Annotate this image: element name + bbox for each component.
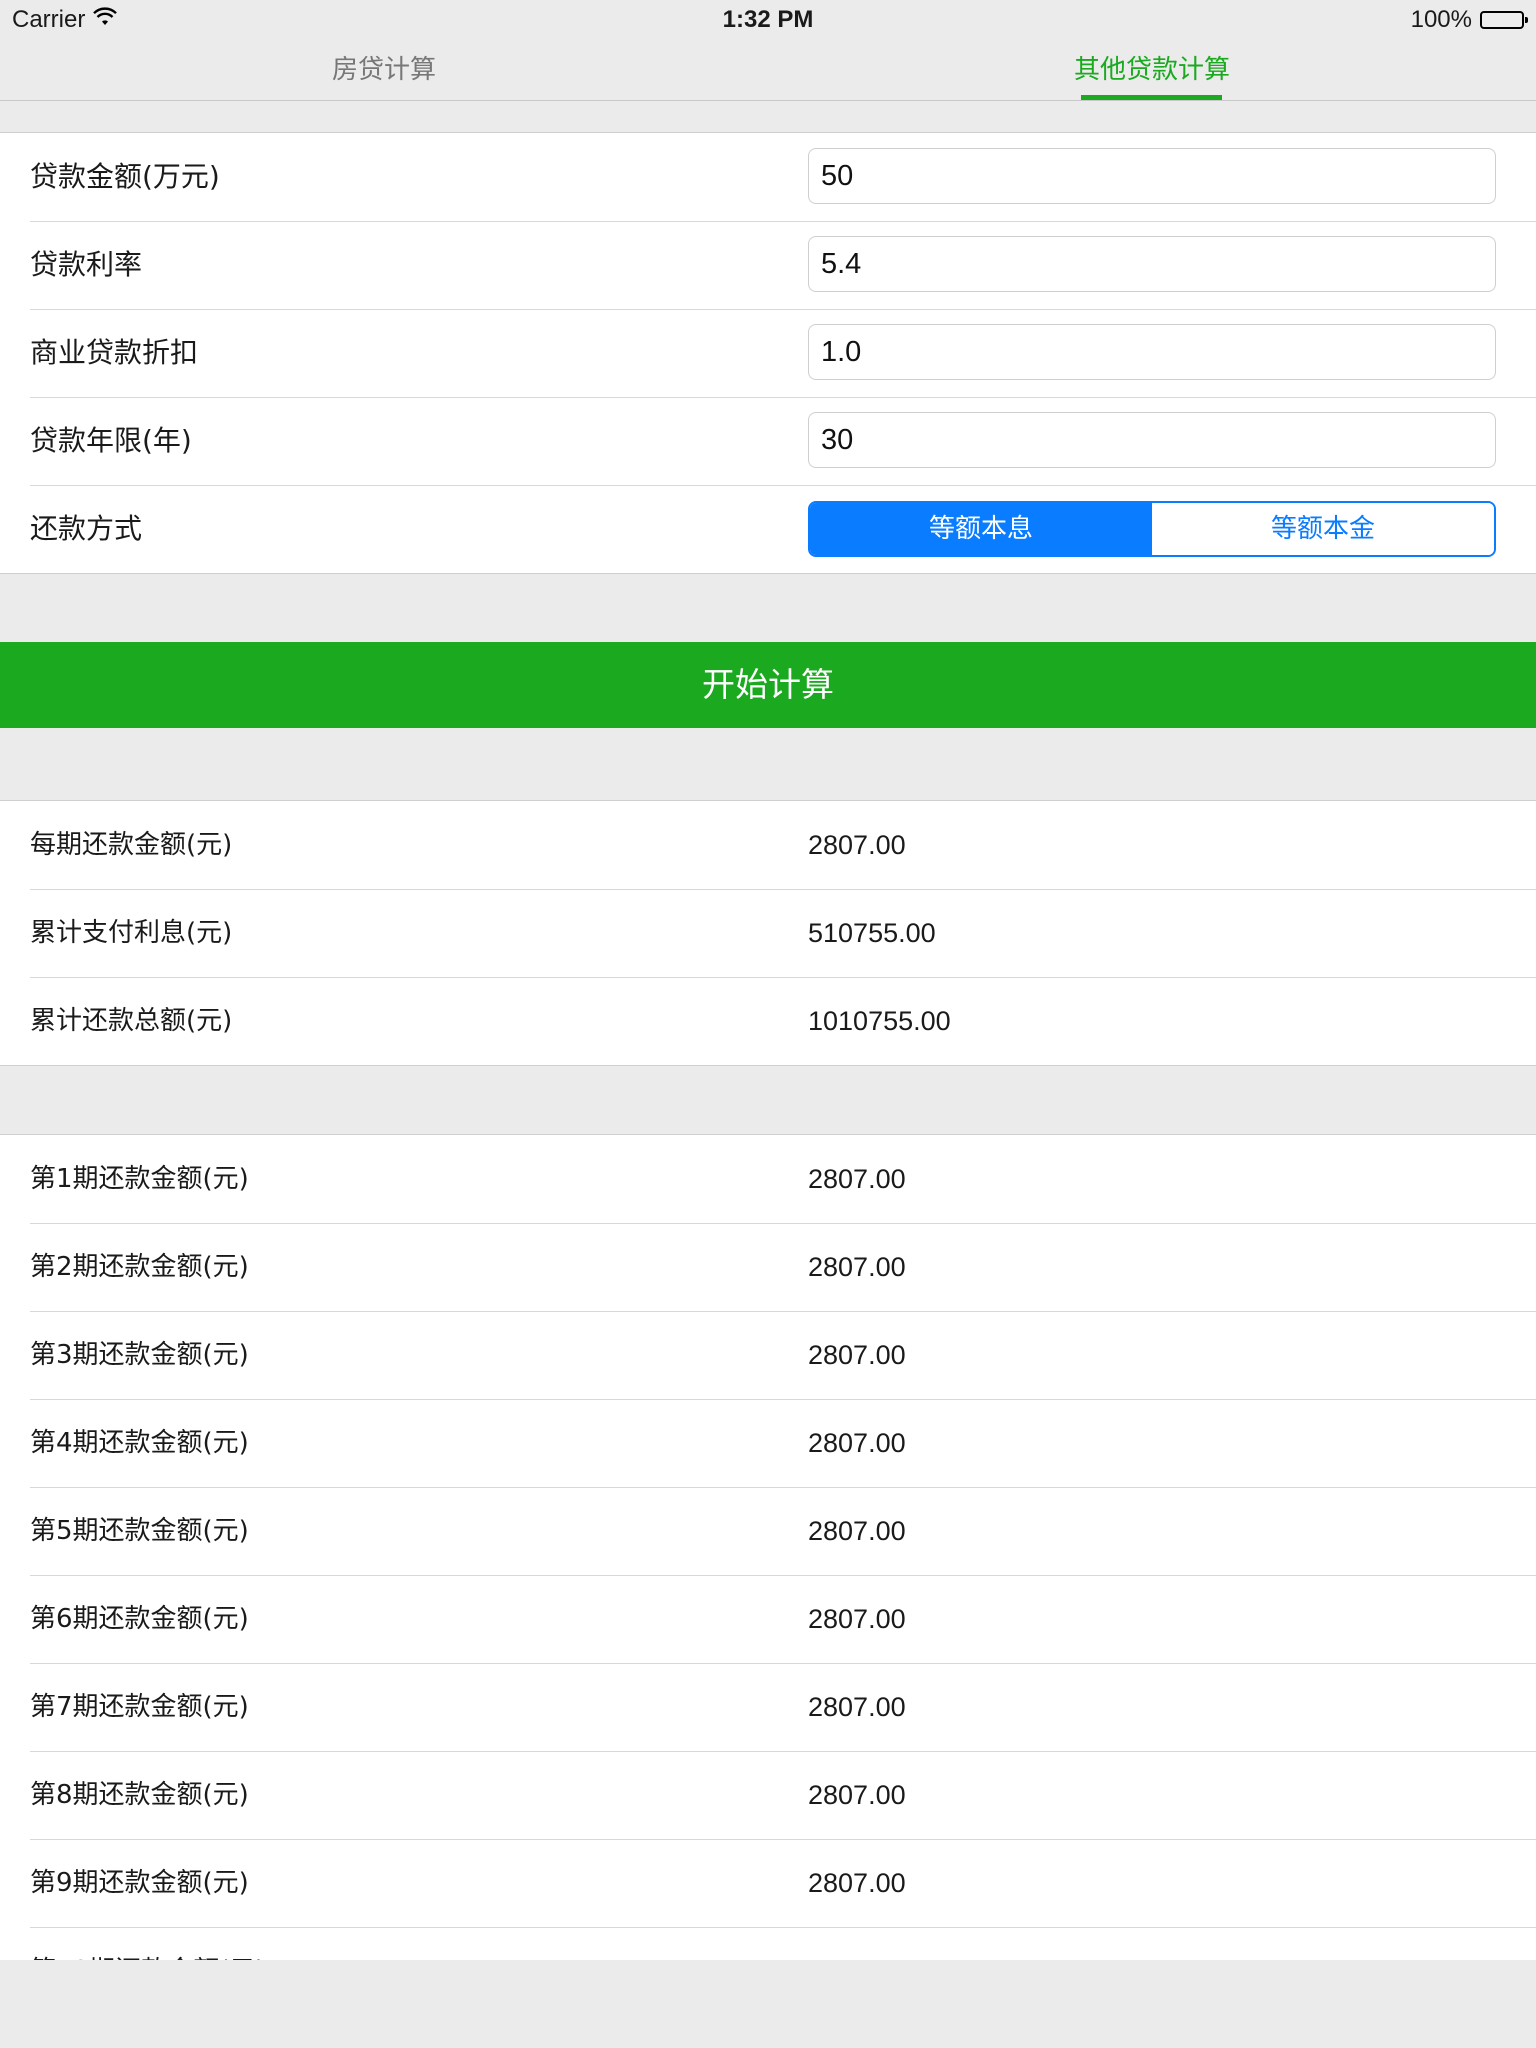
repayment-method-segment: 等额本息 等额本金 [808,501,1496,557]
discount-label: 商业贷款折扣 [30,336,199,369]
list-item: 第2期还款金额(元) 2807.00 [0,1223,1536,1311]
status-right: 100% [1410,4,1528,36]
list-item: 第6期还款金额(元) 2807.00 [0,1575,1536,1663]
period-label: 第6期还款金额(元) [30,1604,249,1634]
result-value: 1010755.00 [808,1006,951,1036]
period-label: 第5期还款金额(元) [30,1516,249,1546]
form-row-method: 还款方式 等额本息 等额本金 [0,485,1536,573]
discount-input[interactable] [808,324,1496,380]
form-row-rate: 贷款利率 [0,221,1536,309]
period-value: 2807.00 [808,1516,906,1546]
segment-tab-bar: 房贷计算 其他贷款计算 [0,40,1536,101]
period-label: 第7期还款金额(元) [30,1692,249,1722]
loan-form: 贷款金额(万元) 贷款利率 商业贷款折扣 贷款年限(年) 还款方式 等额本息 等… [0,132,1536,574]
list-item: 第4期还款金额(元) 2807.00 [0,1399,1536,1487]
rate-label: 贷款利率 [30,248,143,281]
result-label: 累计还款总额(元) [30,1006,233,1036]
list-item: 第9期还款金额(元) 2807.00 [0,1839,1536,1927]
tab-mortgage-label: 房贷计算 [331,55,436,85]
period-label: 第9期还款金额(元) [30,1868,249,1898]
form-row-years: 贷款年限(年) [0,397,1536,485]
segment-equal-installment[interactable]: 等额本息 [810,503,1152,555]
period-value: 2807.00 [808,1780,906,1810]
status-bar: Carrier 1:32 PM 100% [0,0,1536,40]
status-time: 1:32 PM [722,6,814,33]
period-label: 第10期还款金额(元) [30,1927,265,1961]
result-value: 510755.00 [808,918,936,948]
form-row-discount: 商业贷款折扣 [0,309,1536,397]
period-label: 第4期还款金额(元) [30,1428,249,1458]
result-row: 每期还款金额(元) 2807.00 [0,801,1536,889]
payment-schedule-list[interactable]: 第1期还款金额(元) 2807.00 第2期还款金额(元) 2807.00 第3… [0,1134,1536,1961]
form-row-amount: 贷款金额(万元) [0,133,1536,221]
period-label: 第2期还款金额(元) [30,1252,249,1282]
tab-other-loan-label: 其他贷款计算 [1073,55,1230,85]
result-row: 累计支付利息(元) 510755.00 [0,889,1536,977]
list-item: 第5期还款金额(元) 2807.00 [0,1487,1536,1575]
period-label: 第8期还款金额(元) [30,1780,249,1810]
tab-other-loan[interactable]: 其他贷款计算 [768,40,1536,100]
battery-percent: 100% [1410,6,1472,33]
list-item: 第3期还款金额(元) 2807.00 [0,1311,1536,1399]
period-label: 第1期还款金额(元) [30,1164,249,1194]
period-value: 2807.00 [808,1868,906,1898]
list-item: 第8期还款金额(元) 2807.00 [0,1751,1536,1839]
method-label: 还款方式 [30,512,143,545]
result-label: 累计支付利息(元) [30,918,233,948]
result-label: 每期还款金额(元) [30,830,233,860]
tab-selected-indicator [1081,95,1222,100]
segment-equal-principal[interactable]: 等额本金 [1152,503,1494,555]
list-item: 第1期还款金额(元) 2807.00 [0,1135,1536,1223]
battery-icon [1480,11,1528,29]
years-input[interactable] [808,412,1496,468]
summary-results: 每期还款金额(元) 2807.00 累计支付利息(元) 510755.00 累计… [0,800,1536,1066]
period-value: 2807.00 [808,1252,906,1282]
period-value: 2807.00 [808,1340,906,1370]
period-value: 2807.00 [808,1604,906,1634]
list-item: 第7期还款金额(元) 2807.00 [0,1663,1536,1751]
result-value: 2807.00 [808,830,906,860]
period-value: 2807.00 [808,1428,906,1458]
calculate-button[interactable]: 开始计算 [0,642,1536,728]
amount-label: 贷款金额(万元) [30,160,220,193]
rate-input[interactable] [808,236,1496,292]
period-label: 第3期还款金额(元) [30,1340,249,1370]
list-item: 第10期还款金额(元) 2807.00 [0,1927,1536,1961]
period-value: 2807.00 [808,1692,906,1722]
period-value: 2807.00 [808,1164,906,1194]
tab-mortgage[interactable]: 房贷计算 [0,40,768,100]
period-value: 2807.00 [808,1927,906,1961]
years-label: 贷款年限(年) [30,424,192,457]
result-row: 累计还款总额(元) 1010755.00 [0,977,1536,1065]
amount-input[interactable] [808,148,1496,204]
bottom-toolbar-area [0,1960,1536,2048]
